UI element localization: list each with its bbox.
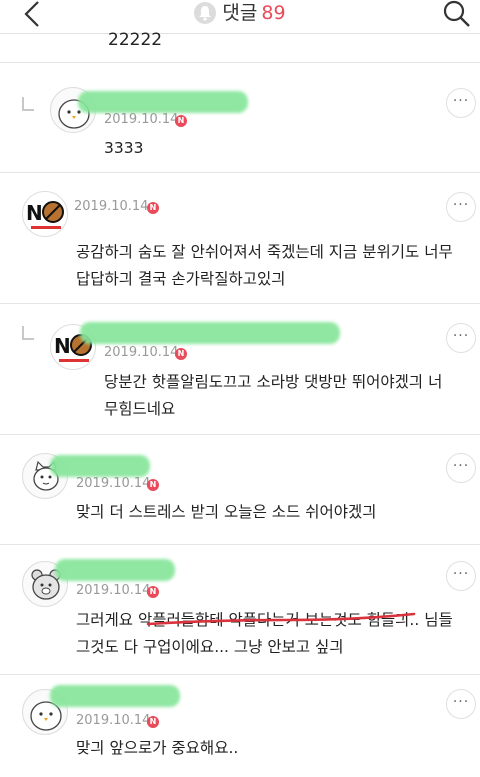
search-icon [443,0,470,27]
reply-indicator [22,326,34,340]
comment-text: 공감하긔 숨도 잘 안쉬어져서 죽겠는데 지금 분위기도 너무 답답하긔 결국 … [76,239,453,293]
partial-comment-text: 22222 [108,30,163,50]
comment-item: 2019.10.14 N 맞긔 더 스트레스 받긔 오늘은 소드 쉬어야겠긔 ·… [0,435,480,545]
more-options-button[interactable]: ··· [446,561,476,591]
comment-item: N 2019.10.14 N 당분간 핫플알림도끄고 소라방 댓방만 뛰어야겠긔… [0,304,480,435]
comment-text: 당분간 핫플알림도끄고 소라방 댓방만 뛰어야겠긔 너 무힘드네요 [104,369,442,423]
svg-text:N: N [54,334,71,358]
comment-text: 맞긔 앞으로가 중요해요.. [76,739,239,757]
comment-item: 2019.10.14 N 맞긔 앞으로가 중요해요.. ··· [0,675,480,777]
reply-indicator [22,97,34,111]
comment-text-line: 공감하긔 숨도 잘 안쉬어져서 죽겠는데 지금 분위기도 너무 [76,243,453,261]
redacted-username [80,322,340,344]
comment-text-line: 무힘드네요 [104,400,176,418]
comment-text-line: 당분간 핫플알림도끄고 소라방 댓방만 뛰어야겠긔 너 [104,373,443,391]
comment-date: 2019.10.14 [76,713,151,728]
header-title-group: 댓글 89 [0,0,480,28]
comment-count: 89 [261,2,286,24]
comment-date: 2019.10.14 [104,345,179,360]
new-badge: N [175,115,187,127]
redacted-username [50,685,180,707]
comment-date: 2019.10.14 [104,112,179,127]
comment-item: N 2019.10.14 N 공감하긔 숨도 잘 안쉬어져서 죽겠는데 지금 분… [0,173,480,304]
search-button[interactable] [442,0,472,28]
avatar[interactable]: N [22,191,68,237]
bell-icon [194,2,217,24]
comment-text: 맞긔 더 스트레스 받긔 오늘은 소드 쉬어야겠긔 [76,503,377,521]
svg-text:N: N [26,201,43,225]
new-badge: N [175,348,187,360]
comment-date: 2019.10.14 [74,199,149,214]
new-badge: N [147,586,159,598]
redacted-username [50,455,150,477]
redacted-username [55,559,175,581]
red-underline-annotation [146,612,416,626]
comment-date: 2019.10.14 [76,476,151,491]
redacted-username [78,91,248,113]
comment-date: 2019.10.14 [76,583,151,598]
comment-text: 3333 [104,139,144,157]
more-options-button[interactable]: ··· [446,323,476,353]
new-badge: N [147,202,159,214]
comment-item: 2019.10.14 N 3333 ··· [0,63,480,173]
more-options-button[interactable]: ··· [446,453,476,483]
new-badge: N [147,479,159,491]
page-title: 댓글 [222,2,258,24]
more-options-button[interactable]: ··· [446,192,476,222]
more-options-button[interactable]: ··· [446,689,476,719]
comment-item: 2019.10.14 N 그러게요 악플러들함테 악플다는거 보는것도 힘들긔.… [0,545,480,675]
new-badge: N [147,716,159,728]
comment-text-line: 그것도 다 구업이에요... 그냥 안보고 싶긔 [76,638,344,656]
comments-header: 댓글 89 [0,0,480,34]
comment-text-line: 답답하긔 결국 손가락질하고있긔 [76,270,286,288]
no-food-avatar-icon: N [23,192,67,236]
more-options-button[interactable]: ··· [446,88,476,118]
